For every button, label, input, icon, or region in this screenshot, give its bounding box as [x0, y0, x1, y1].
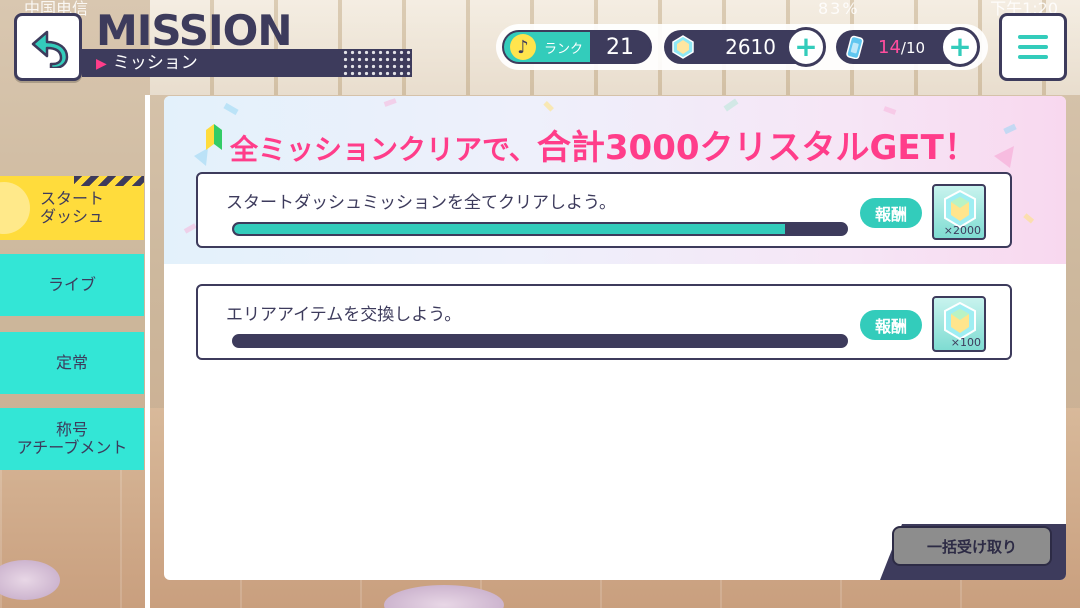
reward-quantity: ×2000 [943, 224, 981, 237]
crystal-icon [672, 35, 694, 59]
tab-title-achievement[interactable]: 称号 アチーブメント [0, 408, 144, 470]
energy-max: /10 [900, 38, 926, 57]
tab-title-achievement-label: 称号 アチーブメント [17, 421, 128, 457]
reward-quantity: ×100 [950, 336, 981, 349]
back-arrow-icon [31, 30, 69, 68]
banner-prefix: 全ミッションクリアで、 [230, 133, 537, 166]
mission-text: エリアアイテムを交換しよう。 [226, 305, 462, 325]
energy-current: 14 [878, 36, 901, 58]
caution-stripes [74, 176, 144, 186]
battery-level: 83% [818, 0, 860, 18]
mission-text: スタートダッシュミッションを全てクリアしよう。 [226, 193, 616, 213]
mission-card: スタートダッシュミッションを全てクリアしよう。 報酬 ×2000 [196, 172, 1012, 248]
triangle-icon: ▶ [96, 56, 107, 72]
crystal-icon [944, 302, 976, 340]
back-button[interactable] [14, 13, 82, 81]
menu-button[interactable] [999, 13, 1067, 81]
page-title-jp-text: ミッション [112, 53, 198, 73]
reward-item[interactable]: ×2000 [932, 184, 986, 240]
reward-button[interactable]: 報酬 [860, 198, 922, 228]
plus-icon: + [948, 30, 972, 63]
page-title-en: MISSION [96, 6, 293, 55]
crystal-display: 2610 + [664, 27, 826, 67]
mission-panel: 全ミッションクリアで、合計3000クリスタルGET！ スタートダッシュミッション… [164, 96, 1066, 580]
tab-label-line2: ダッシュ [39, 207, 104, 226]
tab-start-dash-label: スタート ダッシュ [40, 190, 104, 226]
sidebar-divider [145, 95, 150, 608]
music-note-icon: ♪ [510, 34, 536, 60]
mission-progress-fill [234, 224, 785, 234]
rank-label: ランク [544, 41, 584, 57]
add-energy-button[interactable]: + [940, 27, 980, 67]
crystal-value: 2610 [725, 35, 776, 59]
tab-label-line1: 称号 [55, 420, 88, 439]
banner-headline: 全ミッションクリアで、合計3000クリスタルGET！ [230, 120, 978, 168]
page-title-jp: ▶ ミッション [96, 52, 198, 74]
beginner-mark-icon [206, 124, 222, 150]
mission-card: エリアアイテムを交換しよう。 報酬 ×100 [196, 284, 1012, 360]
energy-display: 14/10 + [836, 27, 980, 67]
bulk-receive-button[interactable]: 一括受け取り [892, 526, 1052, 566]
add-crystal-button[interactable]: + [786, 27, 826, 67]
tab-start-dash[interactable]: スタート ダッシュ [0, 176, 144, 240]
dot-pattern [342, 49, 412, 77]
selected-indicator [0, 182, 30, 234]
hamburger-menu-icon [1018, 35, 1048, 39]
tab-live-label: ライブ [47, 275, 96, 294]
energy-bottle-icon [846, 35, 864, 59]
tab-label-line2: アチーブメント [16, 438, 128, 457]
rank-display: ♪ ランク 21 [502, 30, 652, 64]
mission-progress-bar [232, 334, 848, 348]
tab-live[interactable]: ライブ [0, 254, 144, 316]
tab-regular-label: 定常 [55, 353, 88, 372]
energy-value: 14/10 [878, 37, 925, 58]
crystal-icon [944, 190, 976, 228]
reward-item[interactable]: ×100 [932, 296, 986, 352]
banner-highlight: 合計3000クリスタルGET！ [536, 128, 978, 168]
rank-label-area: ♪ ランク [504, 32, 590, 62]
plus-icon: + [794, 30, 818, 63]
tab-regular[interactable]: 定常 [0, 332, 144, 394]
tab-label-line1: スタート [39, 189, 104, 208]
rank-value: 21 [606, 34, 634, 60]
reward-button[interactable]: 報酬 [860, 310, 922, 340]
mission-progress-bar [232, 222, 848, 236]
